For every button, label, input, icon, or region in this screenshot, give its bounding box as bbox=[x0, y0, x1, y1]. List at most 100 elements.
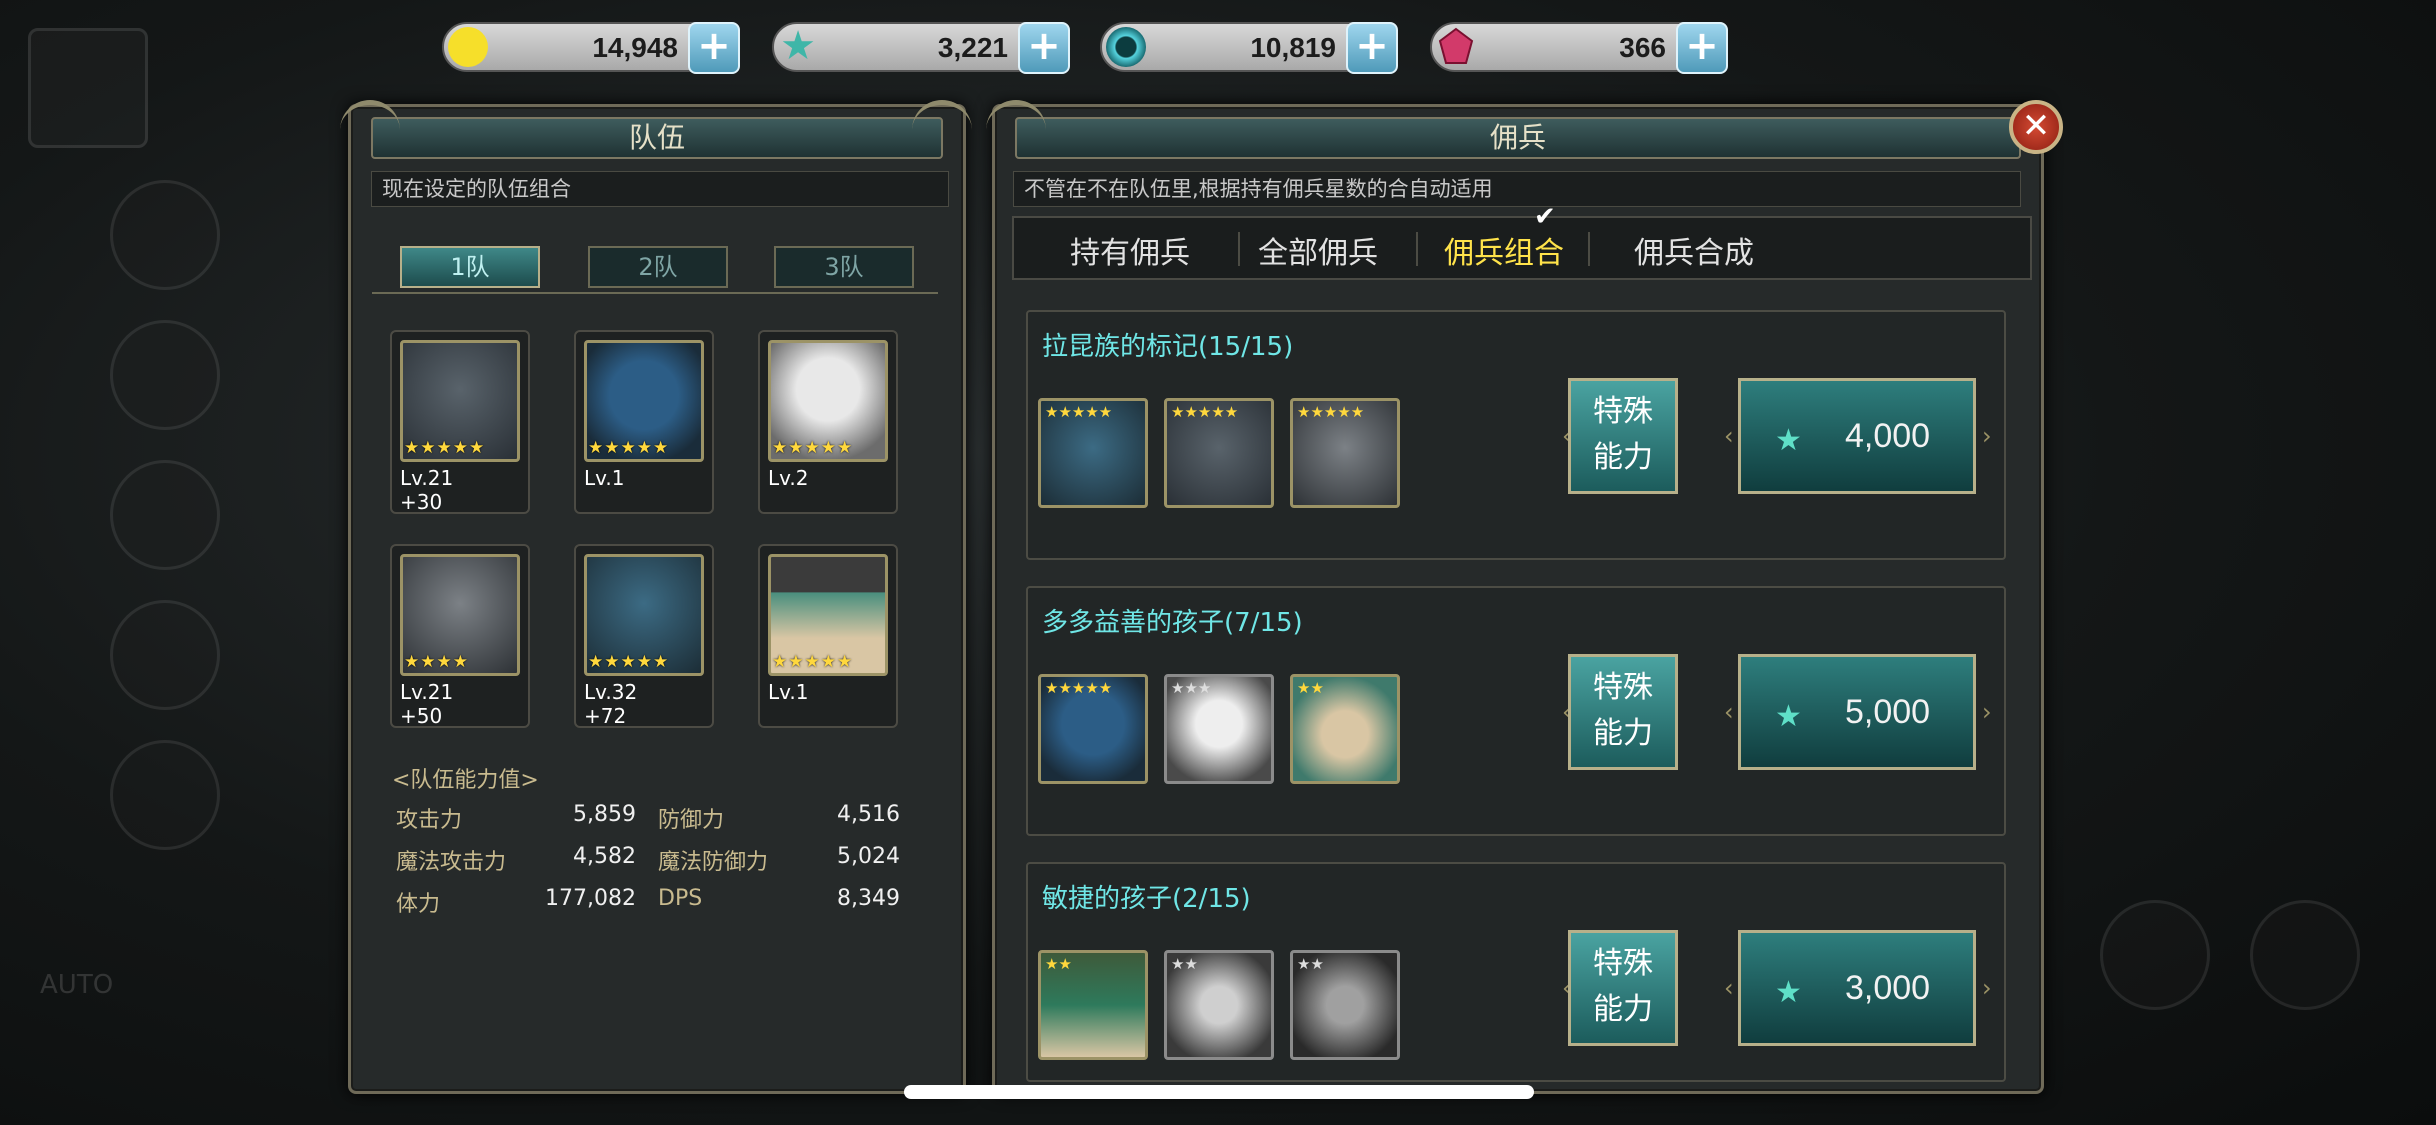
special-ability-button[interactable]: 特殊 能力 bbox=[1568, 930, 1678, 1046]
special-ability-button[interactable]: 特殊 能力 bbox=[1568, 654, 1678, 770]
tab-all-mercenaries[interactable]: 全部佣兵 bbox=[1258, 228, 1378, 272]
add-ruby-button[interactable]: + bbox=[1676, 22, 1728, 74]
ruby-currency: 366 + bbox=[1430, 22, 1728, 74]
bg-menu-icon bbox=[2250, 900, 2360, 1010]
team-slot[interactable]: ★★★★★ Lv.32 +72 bbox=[574, 544, 714, 728]
star-rating: ★★ bbox=[1297, 679, 1324, 697]
tab-separator bbox=[1238, 232, 1240, 266]
cost-button[interactable]: ★ 3,000 bbox=[1738, 930, 1976, 1046]
slot-level: Lv.1 bbox=[584, 466, 625, 490]
stat-value: 177,082 bbox=[545, 886, 636, 911]
mercenary-icon[interactable]: ★★ bbox=[1290, 950, 1400, 1060]
cost-button[interactable]: ★ 4,000 bbox=[1738, 378, 1976, 494]
star-rating: ★★★★★ bbox=[588, 652, 670, 672]
team-stats-title: <队伍能力值> bbox=[392, 768, 539, 793]
chevron-right-icon: › bbox=[1982, 422, 1992, 450]
star-rating: ★★★★★ bbox=[1171, 403, 1239, 421]
mercenary-icon[interactable]: ★★★ bbox=[1164, 674, 1274, 784]
combo-title: 敏捷的孩子(2/15) bbox=[1042, 884, 1251, 914]
special-label: 特殊 bbox=[1593, 946, 1653, 981]
special-label: 特殊 bbox=[1593, 670, 1653, 705]
slot-level: Lv.21 bbox=[400, 466, 454, 490]
star-rating: ★★ bbox=[1045, 955, 1072, 973]
combo-card: 敏捷的孩子(2/15) ★★ ★★ ★★ ‹ 特殊 能力 ‹ ★ 3,000 › bbox=[1026, 862, 2006, 1082]
slot-level: Lv.2 bbox=[768, 466, 809, 490]
bg-menu-icon bbox=[110, 320, 220, 430]
star-gem-icon: ★ bbox=[1775, 423, 1802, 458]
close-button[interactable]: ✕ bbox=[2009, 100, 2063, 154]
star-rating: ★★★★★ bbox=[1045, 679, 1113, 697]
tab-team-2[interactable]: 2队 bbox=[588, 246, 728, 288]
slot-enhance: +50 bbox=[400, 704, 443, 728]
star-rating: ★★★★ bbox=[404, 652, 469, 672]
tab-team-3[interactable]: 3队 bbox=[774, 246, 914, 288]
mercenary-icon[interactable]: ★★★★★ bbox=[1164, 398, 1274, 508]
mercenary-icon[interactable]: ★★★★★ bbox=[1038, 398, 1148, 508]
team-panel-subtitle: 现在设定的队伍组合 bbox=[371, 171, 949, 207]
tab-team-1[interactable]: 1队 bbox=[400, 246, 540, 288]
add-crystal-button[interactable]: + bbox=[1346, 22, 1398, 74]
bg-menu-icon bbox=[2100, 900, 2210, 1010]
team-slot[interactable]: ★★★★★ Lv.2 bbox=[758, 330, 898, 514]
slot-enhance: +72 bbox=[584, 704, 627, 728]
cost-value: 3,000 bbox=[1845, 969, 1931, 1007]
combo-title: 拉昆族的标记(15/15) bbox=[1042, 332, 1294, 362]
tab-mercenary-synthesis[interactable]: 佣兵合成 bbox=[1634, 228, 1754, 272]
chevron-left-icon: ‹ bbox=[1724, 974, 1734, 1002]
crystal-value: 10,819 bbox=[1250, 32, 1336, 63]
mercenary-icon[interactable]: ★★ bbox=[1290, 674, 1400, 784]
star-rating: ★★★★★ bbox=[772, 652, 854, 672]
slot-level: Lv.21 bbox=[400, 680, 454, 704]
star-gem-value: 3,221 bbox=[937, 32, 1008, 63]
cost-button[interactable]: ★ 5,000 bbox=[1738, 654, 1976, 770]
star-rating: ★★ bbox=[1297, 955, 1324, 973]
chevron-right-icon: › bbox=[1982, 974, 1992, 1002]
bg-menu-icon bbox=[110, 600, 220, 710]
star-rating: ★★★★★ bbox=[1045, 403, 1113, 421]
tab-divider bbox=[372, 292, 938, 294]
special-ability-button[interactable]: 特殊 能力 bbox=[1568, 378, 1678, 494]
stat-label: 体力 bbox=[396, 892, 441, 917]
combo-card: 多多益善的孩子(7/15) ★★★★★ ★★★ ★★ ‹ 特殊 能力 ‹ ★ 5,0… bbox=[1026, 586, 2006, 836]
stat-label: 魔法攻击力 bbox=[396, 850, 507, 875]
team-slot[interactable]: ★★★★★ Lv.21 +30 bbox=[390, 330, 530, 514]
bg-menu-icon bbox=[110, 460, 220, 570]
gold-coin-icon bbox=[448, 27, 488, 67]
tab-owned-mercenaries[interactable]: 持有佣兵 bbox=[1070, 228, 1190, 272]
tab-separator bbox=[1588, 232, 1590, 266]
chevron-left-icon: ‹ bbox=[1724, 698, 1734, 726]
tab-separator bbox=[1416, 232, 1418, 266]
team-slot[interactable]: ★★★★★ Lv.1 bbox=[574, 330, 714, 514]
mercenary-icon[interactable]: ★★ bbox=[1164, 950, 1274, 1060]
bg-menu-icon bbox=[110, 180, 220, 290]
team-slot[interactable]: ★★★★★ Lv.1 bbox=[758, 544, 898, 728]
stat-value: 4,516 bbox=[837, 802, 900, 827]
stat-value: 4,582 bbox=[573, 844, 636, 869]
star-rating: ★★★★★ bbox=[588, 438, 670, 458]
stat-value: 8,349 bbox=[837, 886, 900, 911]
star-rating: ★★★★★ bbox=[1297, 403, 1365, 421]
star-gem-currency: ★ 3,221 + bbox=[772, 22, 1070, 74]
mercenary-panel-subtitle: 不管在不在队伍里,根据持有佣兵星数的合自动适用 bbox=[1013, 171, 2021, 207]
auto-label: AUTO bbox=[40, 970, 114, 1000]
special-label: 能力 bbox=[1593, 716, 1653, 751]
star-gem-icon: ★ bbox=[1775, 975, 1802, 1010]
mercenary-icon[interactable]: ★★★★★ bbox=[1038, 674, 1148, 784]
crystal-orb-icon bbox=[1106, 27, 1146, 67]
mercenary-icon[interactable]: ★★ bbox=[1038, 950, 1148, 1060]
add-gold-button[interactable]: + bbox=[688, 22, 740, 74]
mercenary-icon[interactable]: ★★★★★ bbox=[1290, 398, 1400, 508]
chevron-left-icon: ‹ bbox=[1724, 422, 1734, 450]
chevron-right-icon: › bbox=[1982, 698, 1992, 726]
star-rating: ★★ bbox=[1171, 955, 1198, 973]
bg-menu-icon bbox=[110, 740, 220, 850]
home-indicator[interactable] bbox=[904, 1085, 1534, 1099]
mercenary-panel-title: 佣兵 bbox=[1015, 117, 2021, 159]
tab-mercenary-combo[interactable]: 佣兵组合 bbox=[1444, 228, 1564, 272]
crystal-currency: 10,819 + bbox=[1100, 22, 1398, 74]
team-slot[interactable]: ★★★★ Lv.21 +50 bbox=[390, 544, 530, 728]
special-label: 能力 bbox=[1593, 992, 1653, 1027]
gold-value: 14,948 bbox=[592, 32, 678, 63]
add-star-gem-button[interactable]: + bbox=[1018, 22, 1070, 74]
star-gem-icon: ★ bbox=[1775, 699, 1802, 734]
